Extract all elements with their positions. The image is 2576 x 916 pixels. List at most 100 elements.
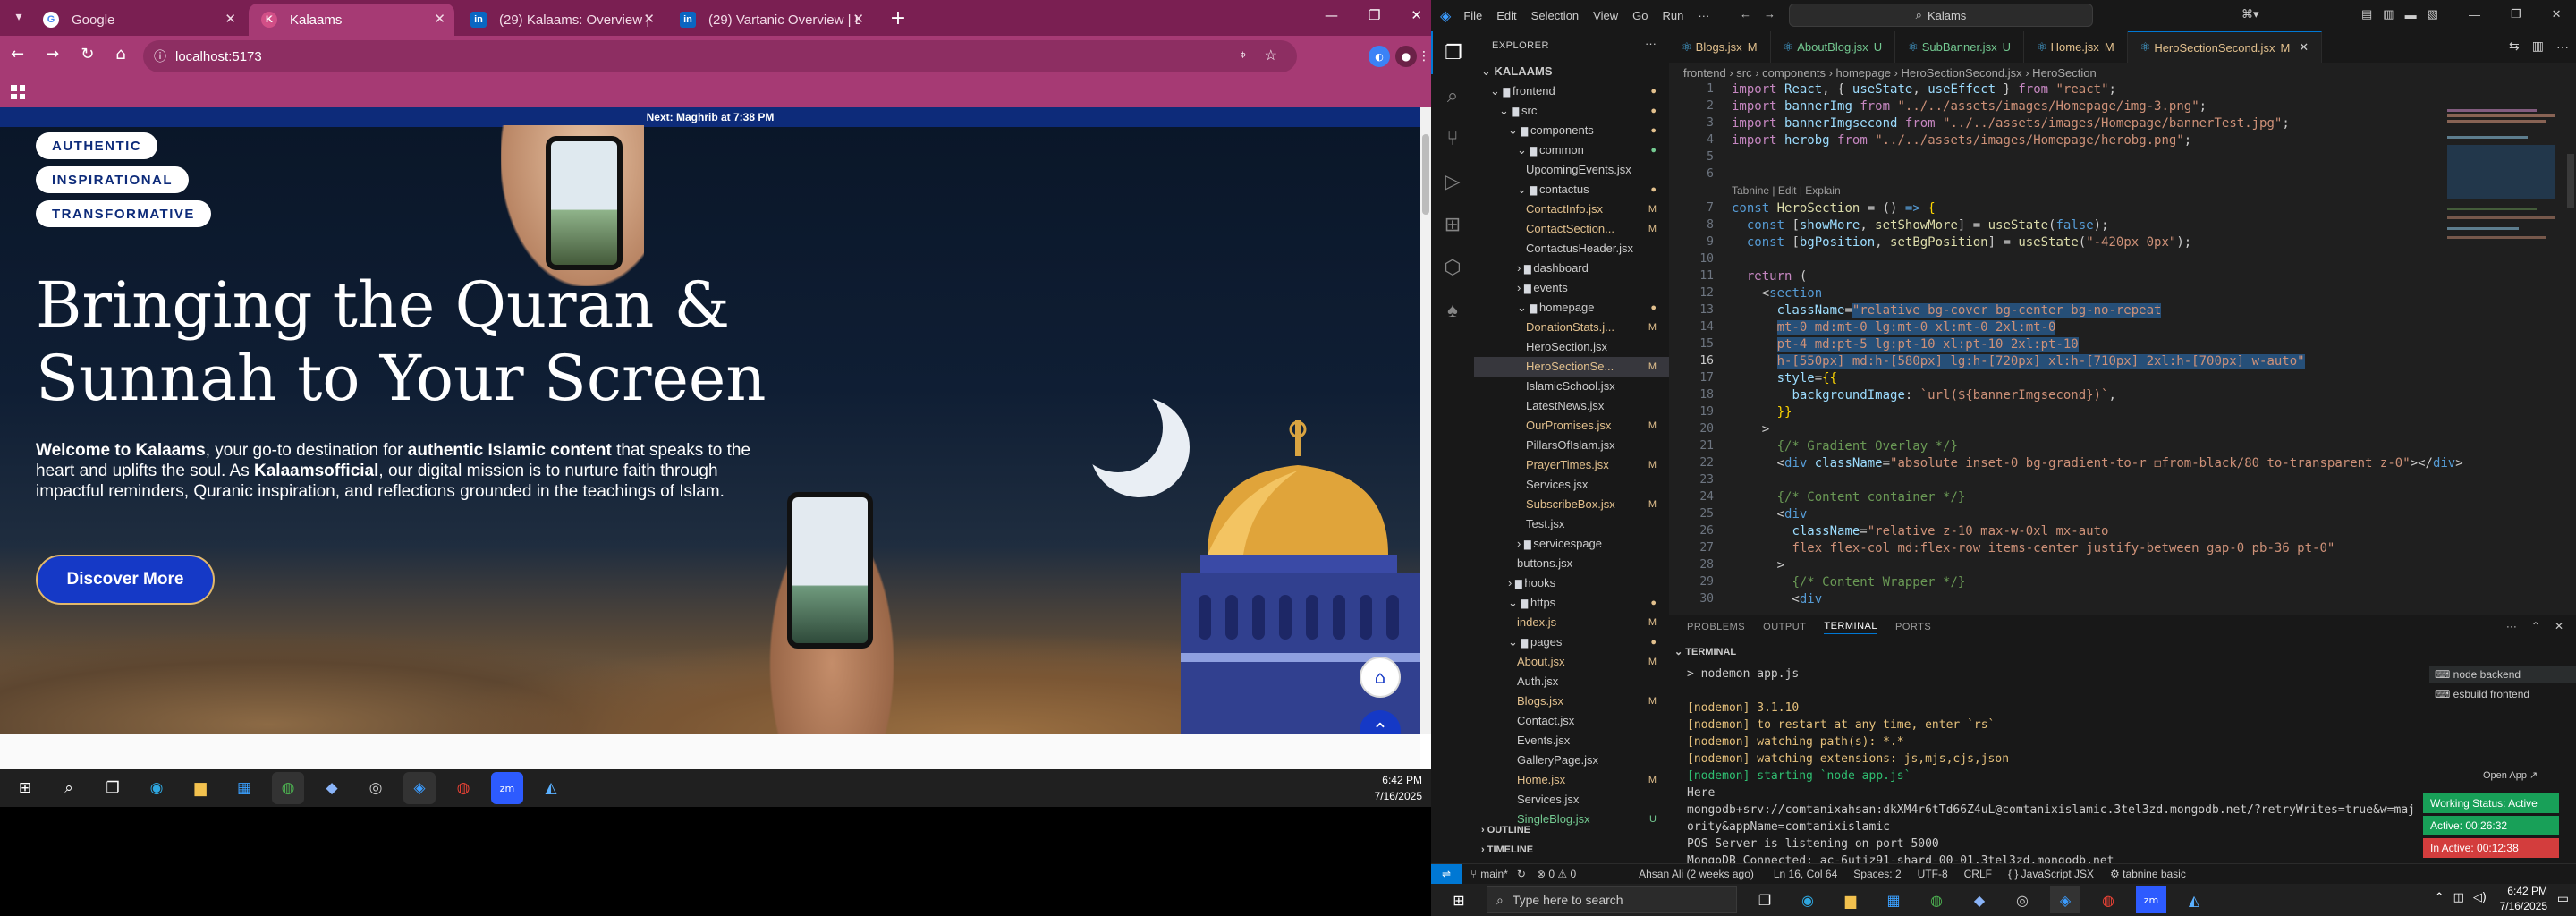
- toggle-sidebar-icon[interactable]: ▥: [2383, 7, 2394, 21]
- profile-avatar[interactable]: ●: [1395, 46, 1417, 67]
- file-item[interactable]: IslamicSchool.jsx: [1474, 377, 1669, 396]
- maximize-button[interactable]: ❐: [1368, 7, 1380, 23]
- run-debug-icon[interactable]: ▷: [1431, 160, 1474, 203]
- source-control-icon[interactable]: ⑂: [1431, 117, 1474, 160]
- close-tab-icon[interactable]: ✕: [434, 11, 445, 27]
- file-item[interactable]: Home.jsx M: [1474, 770, 1669, 790]
- folder-item[interactable]: ⌄ ▇ common ●: [1474, 140, 1669, 160]
- command-center-search[interactable]: ⌕ Kalams: [1789, 4, 2093, 27]
- browser-tab-kalaams[interactable]: K Kalaams ✕: [249, 4, 454, 36]
- file-item[interactable]: Auth.jsx: [1474, 672, 1669, 691]
- problems-count[interactable]: ⊗ 0 ⚠ 0: [1537, 868, 1576, 880]
- store-icon[interactable]: ▦: [1878, 886, 1909, 913]
- split-editor-icon[interactable]: ▥: [2532, 38, 2544, 54]
- folder-item[interactable]: › ▇ hooks: [1474, 573, 1669, 593]
- menu-selection[interactable]: Selection: [1531, 9, 1579, 22]
- chrome-icon[interactable]: ◍: [272, 772, 304, 804]
- windows-start-icon[interactable]: ⊞: [1444, 886, 1474, 913]
- toggle-secondary-icon[interactable]: ▧: [2428, 7, 2438, 21]
- network-icon[interactable]: ◫: [2453, 891, 2464, 904]
- maximize-panel-icon[interactable]: ⌃: [2531, 620, 2540, 632]
- page-scrollbar-thumb[interactable]: [1422, 134, 1429, 215]
- encoding[interactable]: UTF-8: [1918, 868, 1948, 880]
- taskbar-clock[interactable]: 6:42 PM 7/16/2025: [1375, 772, 1422, 804]
- mongodb-icon[interactable]: ♠: [1431, 289, 1474, 332]
- file-explorer-icon[interactable]: ▆: [1835, 886, 1866, 913]
- menu-more[interactable]: ···: [1698, 9, 1709, 22]
- search-icon[interactable]: ⌕: [1431, 74, 1474, 117]
- back-arrow-icon[interactable]: ←: [11, 45, 24, 64]
- file-item[interactable]: ContactSection... M: [1474, 219, 1669, 239]
- file-item[interactable]: Blogs.jsx M: [1474, 691, 1669, 711]
- browser-tab-google[interactable]: G Google ✕: [30, 4, 245, 36]
- file-item[interactable]: HeroSection.jsx: [1474, 337, 1669, 357]
- volume-icon[interactable]: ◁): [2473, 891, 2487, 904]
- github-icon[interactable]: ◎: [2007, 886, 2038, 913]
- remote-icon[interactable]: ⇌: [1431, 863, 1462, 884]
- browser-tab-linkedin-kalaams[interactable]: in (29) Kalaams: Overview | LinkedIn ✕: [458, 4, 664, 36]
- tab-output[interactable]: OUTPUT: [1763, 622, 1806, 632]
- folder-item[interactable]: ⌄ ▇ frontend ●: [1474, 81, 1669, 101]
- close-window-button[interactable]: ✕: [1411, 7, 1422, 23]
- file-item[interactable]: DonationStats.j... M: [1474, 318, 1669, 337]
- task-view-icon[interactable]: ❐: [1750, 886, 1780, 913]
- folder-item[interactable]: › ▇ dashboard: [1474, 259, 1669, 278]
- close-tab-icon[interactable]: ✕: [643, 11, 655, 27]
- chrome-profile-icon[interactable]: ◆: [1964, 886, 1995, 913]
- terminal-output[interactable]: > nodemon app.js [nodemon] 3.1.10 [nodemon…: [1687, 666, 2420, 884]
- file-item[interactable]: Services.jsx: [1474, 475, 1669, 495]
- reload-icon[interactable]: ↻: [80, 45, 94, 64]
- folder-item[interactable]: › ▇ events: [1474, 278, 1669, 298]
- menu-run[interactable]: Run: [1662, 9, 1683, 22]
- editor-tab[interactable]: ⚛ Blogs.jsx M: [1669, 31, 1771, 63]
- file-item[interactable]: ContactInfo.jsx M: [1474, 199, 1669, 219]
- folder-item[interactable]: ⌄ ▇ https ●: [1474, 593, 1669, 613]
- tabnine-status[interactable]: ⚙ tabnine basic: [2110, 868, 2186, 880]
- show-hidden-icon[interactable]: ⌃: [2435, 891, 2445, 904]
- chrome-icon[interactable]: ◍: [447, 772, 479, 804]
- extension-icon[interactable]: ◐: [1368, 46, 1390, 67]
- cursor-position[interactable]: Ln 16, Col 64: [1774, 868, 1837, 880]
- taskbar-search[interactable]: ⌕ Type here to search: [1487, 886, 1737, 913]
- chrome-icon[interactable]: ◍: [2093, 886, 2123, 913]
- close-tab-icon[interactable]: ✕: [2299, 40, 2309, 55]
- line-ending[interactable]: CRLF: [1964, 868, 1992, 880]
- address-bar[interactable]: ⓘ localhost:5173 ⌖ ☆: [143, 40, 1297, 72]
- back-arrow-icon[interactable]: ←: [1740, 7, 1751, 21]
- apps-grid-icon[interactable]: [11, 85, 25, 99]
- menu-edit[interactable]: Edit: [1496, 9, 1516, 22]
- file-item[interactable]: SubscribeBox.jsx M: [1474, 495, 1669, 514]
- minimize-button[interactable]: —: [2469, 8, 2480, 21]
- folder-item[interactable]: ⌄ ▇ contactus ●: [1474, 180, 1669, 199]
- file-item[interactable]: GalleryPage.jsx: [1474, 751, 1669, 770]
- file-item[interactable]: LatestNews.jsx: [1474, 396, 1669, 416]
- file-item[interactable]: PillarsOfIslam.jsx: [1474, 436, 1669, 455]
- chrome-icon[interactable]: ◍: [1921, 886, 1952, 913]
- prayer-widget-button[interactable]: ⌂: [1360, 657, 1401, 698]
- toggle-panel-icon[interactable]: ▬: [2405, 8, 2417, 21]
- taskbar-clock[interactable]: 6:42 PM 7/16/2025: [2500, 884, 2547, 914]
- remote-explorer-icon[interactable]: ⬡: [1431, 246, 1474, 289]
- tab-search-icon[interactable]: ▾: [11, 9, 27, 25]
- notification-icon[interactable]: ▭: [2557, 892, 2569, 906]
- folder-item[interactable]: ⌄ ▇ components ●: [1474, 121, 1669, 140]
- close-window-button[interactable]: ✕: [2552, 7, 2562, 21]
- file-item[interactable]: HeroSectionSe... M: [1474, 357, 1669, 377]
- tab-problems[interactable]: PROBLEMS: [1687, 622, 1745, 632]
- layout-icon[interactable]: ▤: [2361, 7, 2372, 21]
- file-item[interactable]: Contact.jsx: [1474, 711, 1669, 731]
- vscode-icon[interactable]: ◈: [2050, 886, 2080, 913]
- editor-scrollbar[interactable]: [2565, 82, 2576, 615]
- more-actions-icon[interactable]: ···: [2506, 620, 2517, 632]
- tabnine-codelens[interactable]: Tabnine | Edit | Explain: [1732, 184, 1841, 197]
- browser-menu-icon[interactable]: ⋮: [1418, 46, 1430, 67]
- app-icon[interactable]: ◭: [535, 772, 567, 804]
- menu-go[interactable]: Go: [1632, 9, 1648, 22]
- folder-item[interactable]: ⌄ ▇ src ●: [1474, 101, 1669, 121]
- editor-tab[interactable]: ⚛ AboutBlog.jsx U: [1771, 31, 1896, 63]
- open-app-link[interactable]: Open App ↗: [2483, 769, 2538, 781]
- minimize-button[interactable]: —: [1325, 7, 1338, 23]
- maximize-button[interactable]: ❐: [2511, 7, 2521, 21]
- breadcrumb[interactable]: frontend › src › components › homepage ›…: [1669, 63, 2576, 82]
- bookmark-star-icon[interactable]: ☆: [1265, 47, 1277, 64]
